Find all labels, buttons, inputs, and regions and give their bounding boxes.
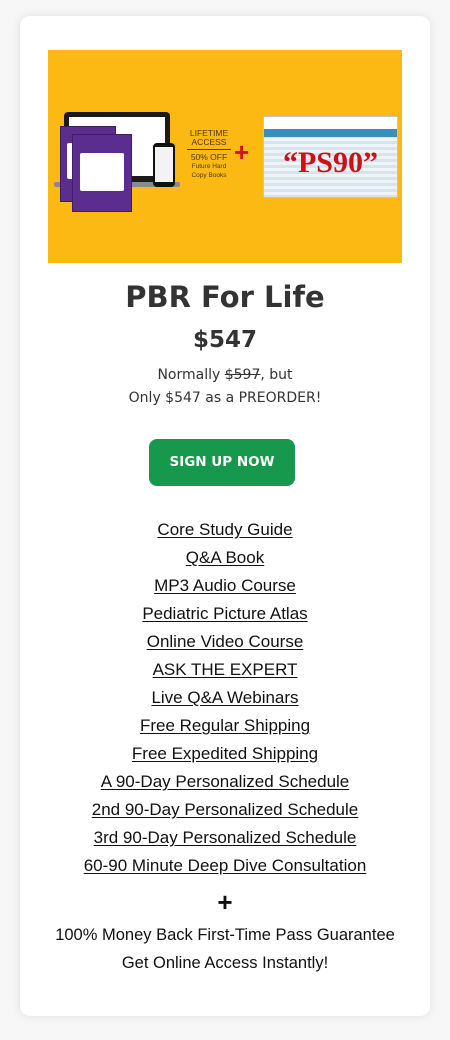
feature-link-3rd-90-day-schedule[interactable]: 3rd 90-Day Personalized Schedule [94, 828, 357, 847]
money-back-guarantee: 100% Money Back First-Time Pass Guarante… [55, 926, 395, 944]
instant-access-note: Get Online Access Instantly! [121, 954, 329, 972]
feature-link-2nd-90-day-schedule[interactable]: 2nd 90-Day Personalized Schedule [92, 800, 359, 819]
sign-up-now-button[interactable]: SIGN UP NOW [149, 439, 295, 486]
product-hero-image: LIFETIME ACCESS 50% OFF Future Hard Copy… [48, 50, 402, 263]
list-item: Pediatric Picture Atlas [20, 600, 430, 628]
phone-illustration [153, 143, 175, 187]
promo-line-books: Copy Books [191, 172, 227, 179]
list-item: A 90-Day Personalized Schedule [20, 768, 430, 796]
feature-link-90-day-schedule[interactable]: A 90-Day Personalized Schedule [101, 772, 350, 791]
feature-link-free-regular-shipping[interactable]: Free Regular Shipping [140, 716, 310, 735]
normal-price-line: Normally $597, but [20, 363, 430, 387]
feature-link-mp3-audio-course[interactable]: MP3 Audio Course [154, 576, 296, 595]
promo-line-access: ACCESS [191, 137, 227, 147]
normally-suffix: , but [260, 367, 293, 383]
feature-link-free-expedited-shipping[interactable]: Free Expedited Shipping [132, 744, 318, 763]
normally-prefix: Normally [157, 367, 225, 383]
product-title: PBR For Life [125, 280, 325, 314]
list-item: Core Study Guide [20, 516, 430, 544]
list-item: Online Video Course [20, 628, 430, 656]
list-item: 2nd 90-Day Personalized Schedule [20, 796, 430, 824]
promo-line-discount: 50% OFF [190, 152, 228, 162]
list-item: MP3 Audio Course [20, 572, 430, 600]
feature-list: Core Study Guide Q&A Book MP3 Audio Cour… [20, 516, 430, 880]
feature-link-pediatric-picture-atlas[interactable]: Pediatric Picture Atlas [142, 604, 307, 623]
book-front-illustration [72, 134, 132, 212]
plus-icon: + [217, 887, 233, 917]
sheet-header-band [264, 129, 397, 137]
pricing-card: LIFETIME ACCESS 50% OFF Future Hard Copy… [20, 16, 430, 1016]
preorder-line: Only $547 as a PREORDER! [128, 390, 322, 406]
feature-link-qa-book[interactable]: Q&A Book [186, 548, 264, 567]
list-item: ASK THE EXPERT [20, 656, 430, 684]
promo-divider [187, 149, 231, 150]
hero-plus-sign: + [234, 137, 250, 167]
feature-link-core-study-guide[interactable]: Core Study Guide [157, 520, 292, 539]
list-item: Q&A Book [20, 544, 430, 572]
feature-link-ask-the-expert[interactable]: ASK THE EXPERT [153, 660, 298, 679]
list-item: Free Expedited Shipping [20, 740, 430, 768]
ps90-schedule-sheet: “PS90” [263, 116, 398, 198]
sheet-header [264, 117, 397, 129]
book-front-cover [80, 153, 124, 191]
ps90-label: “PS90” [282, 146, 378, 179]
promo-line-future: Future Hard [191, 163, 227, 170]
list-item: 60-90 Minute Deep Dive Consultation [20, 852, 430, 880]
product-price: $547 [192, 327, 257, 353]
feature-link-online-video-course[interactable]: Online Video Course [147, 632, 304, 651]
list-item: Free Regular Shipping [20, 712, 430, 740]
phone-screen [155, 147, 173, 182]
list-item: 3rd 90-Day Personalized Schedule [20, 824, 430, 852]
lifetime-access-promo: LIFETIME ACCESS 50% OFF Future Hard Copy… [185, 129, 233, 180]
feature-link-live-qa-webinars[interactable]: Live Q&A Webinars [151, 688, 298, 707]
list-item: Live Q&A Webinars [20, 684, 430, 712]
feature-link-deep-dive-consultation[interactable]: 60-90 Minute Deep Dive Consultation [84, 856, 367, 875]
old-price: $597 [224, 367, 261, 383]
